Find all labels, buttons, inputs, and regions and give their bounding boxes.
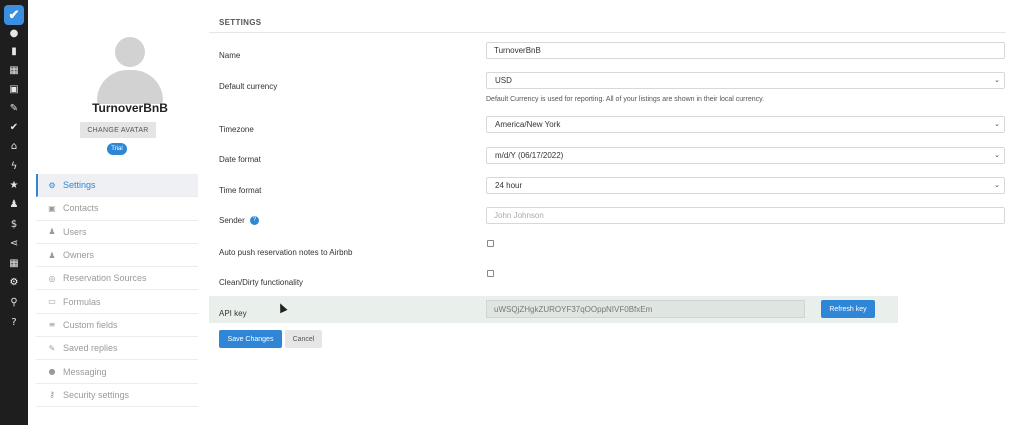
nav-item-saved-replies[interactable]: ✎ Saved replies [36, 337, 198, 361]
sender-input[interactable] [486, 207, 1005, 224]
dollar-icon[interactable]: $ [0, 217, 28, 233]
time-format-value: 24 hour [495, 181, 523, 190]
nav-item-contacts[interactable]: ▣ Contacts [36, 197, 198, 221]
chevron-down-icon: ⌄ [994, 151, 1000, 159]
save-changes-button[interactable]: Save Changes [219, 330, 282, 348]
key-icon: ⚷ [49, 390, 55, 400]
nav-item-label: Settings [63, 180, 96, 191]
help-icon[interactable]: ? [250, 216, 260, 226]
clean-dirty-checkbox[interactable] [487, 270, 494, 277]
settings-nav: ⚙ Settings ▣ Contacts ♟ Users ♟ Owners ◎ Rese… [36, 174, 198, 407]
time-format-label: Time format [219, 186, 262, 195]
app-root: ✔ ● ▮ ▦ ▣ ✎ ✔ ⌂ ϟ ★ ♟ $ ⋖ ▦ ⚙ ⚲? TurnoverBnB CHANGE AV… [0, 0, 1024, 425]
timezone-label: Timezone [219, 125, 254, 134]
contact-card-icon: ▣ [48, 203, 56, 213]
gear-icon: ⚙ [48, 180, 56, 190]
star-icon[interactable]: ★ [0, 178, 28, 194]
brush-icon[interactable]: ✎ [0, 101, 28, 117]
owner-icon: ♟ [48, 250, 56, 260]
nav-item-security-settings[interactable]: ⚷ Security settings [36, 384, 198, 407]
grid-icon[interactable]: ▦ [0, 256, 28, 272]
api-key-field[interactable] [486, 300, 805, 318]
nav-item-label: Messaging [63, 366, 107, 377]
share-icon[interactable]: ⋖ [0, 236, 28, 252]
app-logo-icon[interactable]: ✔ [4, 5, 24, 25]
home-icon[interactable]: ⌂ [0, 139, 28, 155]
nav-item-label: Custom fields [63, 319, 118, 330]
date-format-value: m/d/Y (06/17/2022) [495, 151, 564, 160]
list-icon: ≡ [48, 320, 56, 330]
nav-item-label: Security settings [63, 389, 130, 400]
nav-item-label: Contacts [63, 203, 99, 214]
chevron-down-icon: ⌄ [994, 120, 1000, 128]
name-label: Name [219, 51, 241, 60]
currency-select[interactable]: USD ⌄ [486, 72, 1005, 89]
chat-icon[interactable]: ● [0, 26, 28, 42]
section-title: SETTINGS [219, 18, 262, 27]
globe-icon: ◎ [48, 273, 56, 283]
timezone-value: America/New York [495, 120, 561, 129]
question-icon[interactable]: ? [0, 315, 28, 331]
bolt-icon[interactable]: ϟ [0, 159, 28, 175]
search-icon[interactable]: ⚲ [0, 295, 28, 311]
auto-push-label: Auto push reservation notes to Airbnb [219, 248, 353, 257]
trial-badge: Trial [107, 143, 127, 155]
section-divider [209, 32, 1006, 33]
formula-icon: ▭ [48, 297, 56, 307]
nav-item-custom-fields[interactable]: ≡ Custom fields [36, 314, 198, 338]
message-icon: ● [48, 367, 56, 377]
gear-icon[interactable]: ⚙ [0, 275, 28, 291]
date-format-label: Date format [219, 155, 261, 164]
sender-label-row: Sender ? [219, 216, 260, 226]
calendar-icon[interactable]: ▦ [0, 63, 28, 79]
nav-item-settings[interactable]: ⚙ Settings [36, 174, 198, 198]
auto-push-checkbox[interactable] [487, 240, 494, 247]
sender-label: Sender [219, 216, 245, 225]
change-avatar-button[interactable]: CHANGE AVATAR [80, 122, 156, 138]
time-format-select[interactable]: 24 hour ⌄ [486, 177, 1005, 194]
currency-label: Default currency [219, 82, 278, 91]
nav-item-messaging[interactable]: ● Messaging [36, 360, 198, 384]
chevron-down-icon: ⌄ [994, 181, 1000, 189]
nav-item-label: Saved replies [63, 343, 118, 354]
name-input[interactable] [486, 42, 1005, 59]
account-name: TurnoverBnB [92, 101, 168, 115]
avatar-body [97, 70, 163, 104]
timezone-select[interactable]: America/New York ⌄ [486, 116, 1005, 133]
nav-item-reservation-sources[interactable]: ◎ Reservation Sources [36, 267, 198, 291]
chevron-down-icon: ⌄ [994, 76, 1000, 84]
clean-dirty-label: Clean/Dirty functionality [219, 278, 304, 287]
avatar-head [115, 37, 145, 67]
users-icon[interactable]: ♟ [0, 197, 28, 213]
nav-item-label: Users [63, 226, 87, 237]
users-icon: ♟ [48, 227, 56, 237]
nav-item-label: Formulas [63, 296, 101, 307]
cancel-button[interactable]: Cancel [285, 330, 322, 348]
refresh-key-button[interactable]: Refresh key [821, 300, 875, 318]
nav-item-label: Reservation Sources [63, 273, 147, 284]
nav-item-users[interactable]: ♟ Users [36, 221, 198, 244]
nav-item-label: Owners [63, 250, 95, 261]
edit-icon: ✎ [48, 343, 56, 353]
check-icon[interactable]: ✔ [0, 120, 28, 136]
nav-item-formulas[interactable]: ▭ Formulas [36, 290, 198, 314]
calendar-check-icon[interactable]: ▣ [0, 82, 28, 98]
date-format-select[interactable]: m/d/Y (06/17/2022) ⌄ [486, 147, 1005, 164]
icon-rail: ✔ ● ▮ ▦ ▣ ✎ ✔ ⌂ ϟ ★ ♟ $ ⋖ ▦ ⚙ ⚲? [0, 0, 28, 425]
bar-chart-icon[interactable]: ▮ [0, 44, 28, 60]
avatar [95, 34, 165, 104]
nav-item-owners[interactable]: ♟ Owners [36, 244, 198, 268]
currency-hint: Default Currency is used for reporting. … [486, 96, 765, 103]
currency-value: USD [495, 76, 512, 85]
api-key-label: API key [219, 309, 247, 318]
